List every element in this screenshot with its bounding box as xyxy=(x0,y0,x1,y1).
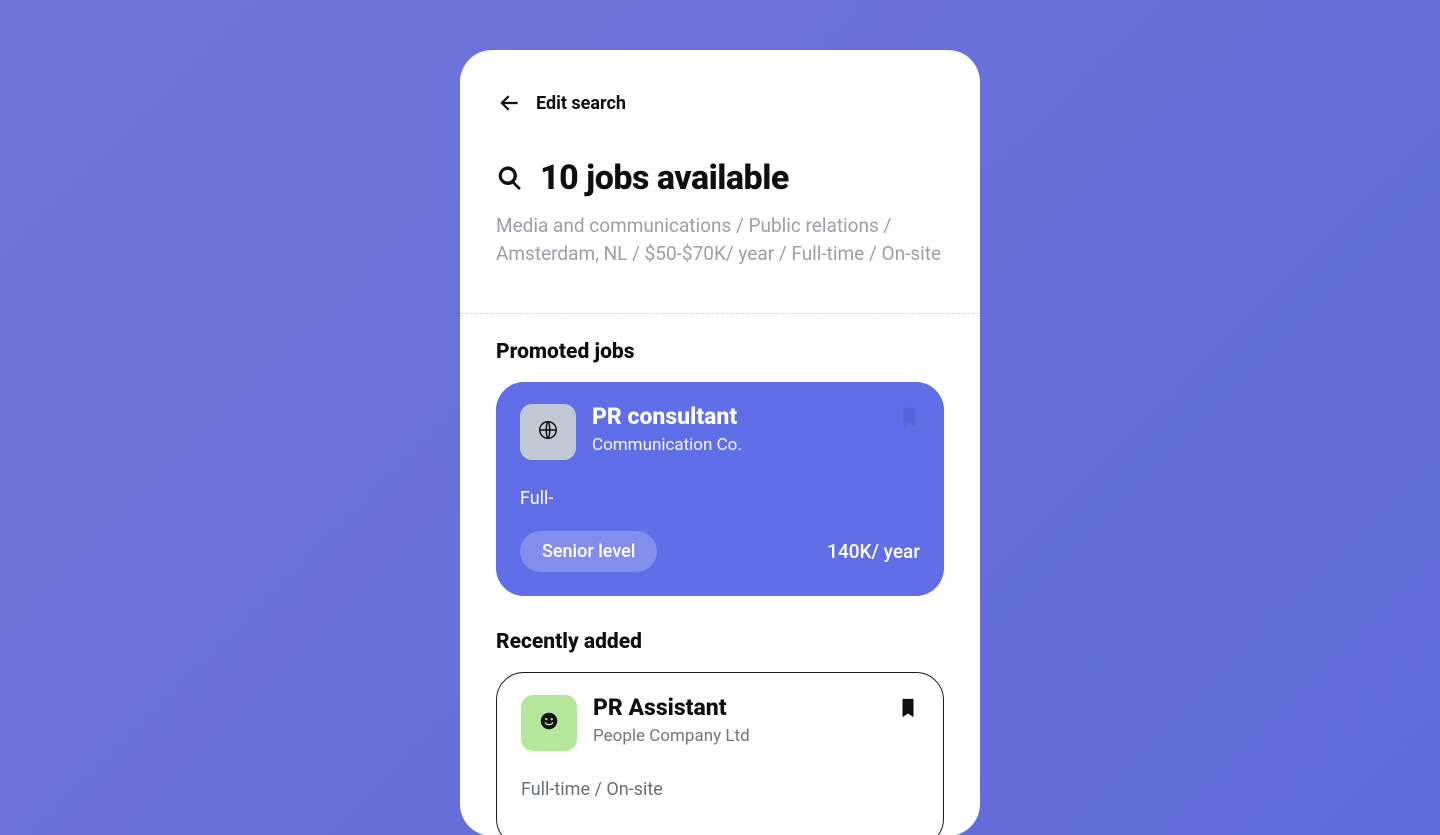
recent-section-title: Recently added xyxy=(496,630,944,654)
job-title-block: PR consultant Communication Co. xyxy=(592,404,742,454)
globe-icon xyxy=(537,419,559,445)
bookmark-button[interactable] xyxy=(898,404,920,430)
company-logo xyxy=(520,404,576,460)
job-title: PR Assistant xyxy=(593,695,750,721)
phone-frame: Edit search 10 jobs available Media and … xyxy=(460,50,980,835)
bookmark-button[interactable] xyxy=(897,695,919,721)
job-title: PR consultant xyxy=(592,404,742,430)
seniority-pill: Senior level xyxy=(520,531,657,572)
arrow-left-icon xyxy=(496,90,522,116)
results-title-row: 10 jobs available xyxy=(496,158,944,198)
smile-icon xyxy=(538,710,560,736)
job-title-block: PR Assistant People Company Ltd xyxy=(593,695,750,745)
job-card-header: PR Assistant People Company Ltd xyxy=(521,695,919,751)
job-meta: Full- xyxy=(520,488,920,509)
job-meta: Full-time / On-site xyxy=(521,779,919,800)
search-filters-summary: Media and communications / Public relati… xyxy=(496,212,944,267)
salary-text: 140K/ year xyxy=(827,540,920,563)
job-company: Communication Co. xyxy=(592,435,742,455)
promoted-section-title: Promoted jobs xyxy=(496,340,944,364)
results-title: 10 jobs available xyxy=(540,158,789,198)
company-logo xyxy=(521,695,577,751)
job-card-header: PR consultant Communication Co. xyxy=(520,404,920,460)
job-card-footer: Senior level 140K/ year xyxy=(520,531,920,572)
job-company: People Company Ltd xyxy=(593,726,750,746)
search-icon xyxy=(496,164,524,192)
divider xyxy=(460,313,980,314)
promoted-job-card[interactable]: PR consultant Communication Co. Full- Se… xyxy=(496,382,944,596)
back-label: Edit search xyxy=(536,93,626,114)
recent-job-card[interactable]: PR Assistant People Company Ltd Full-tim… xyxy=(496,672,944,835)
back-button[interactable]: Edit search xyxy=(496,90,944,116)
